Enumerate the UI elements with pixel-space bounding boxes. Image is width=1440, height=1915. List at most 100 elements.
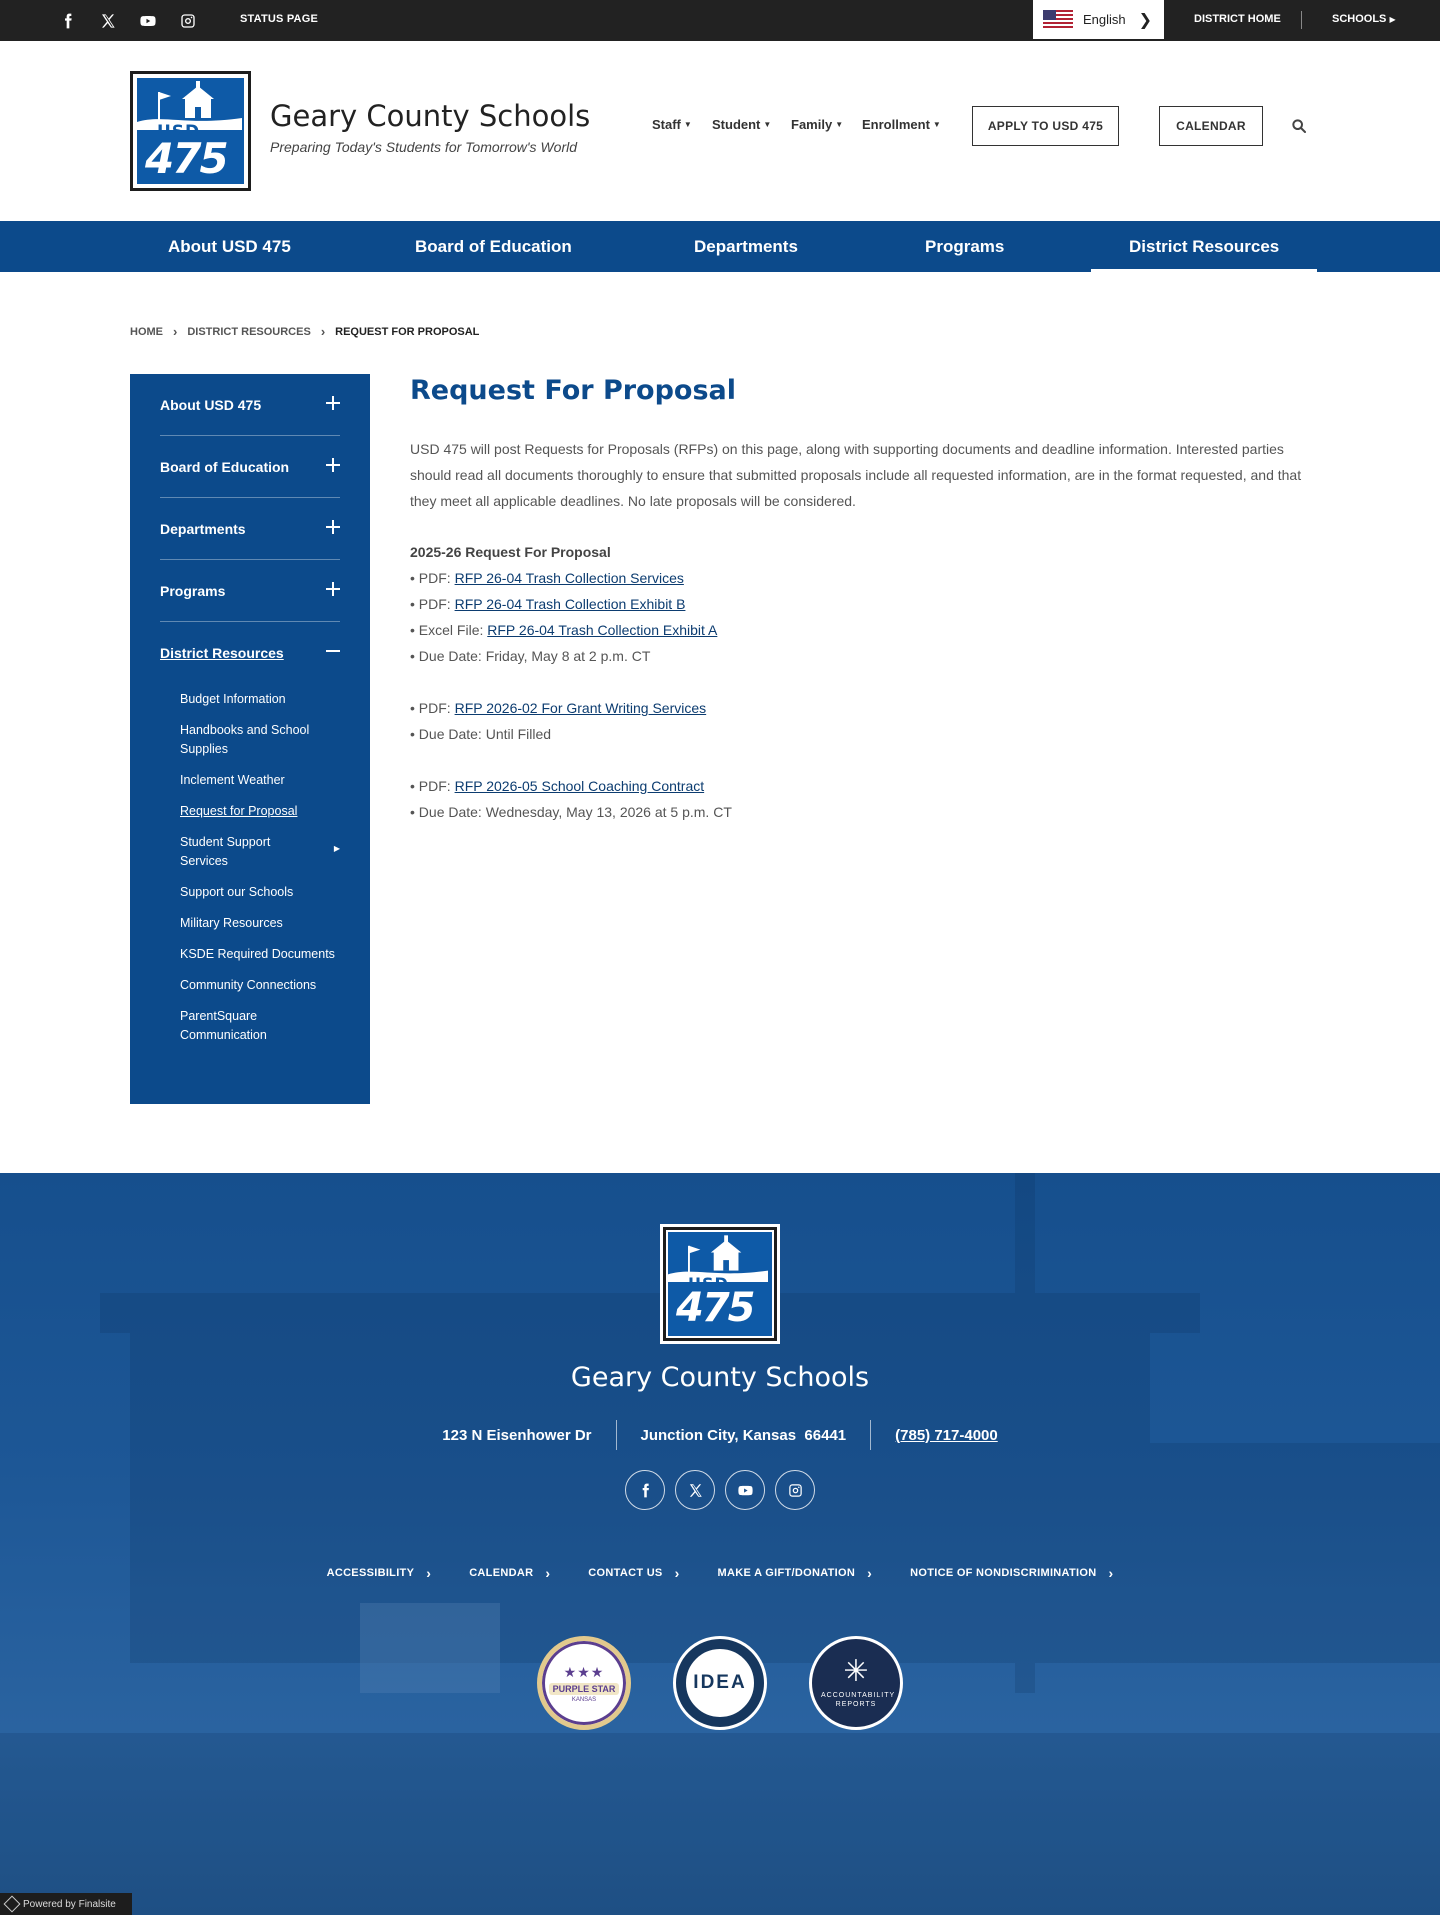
sidebar-item-community[interactable]: Community Connections <box>180 970 340 1001</box>
header-nav-enrollment[interactable]: Enrollment ▼ <box>862 117 941 132</box>
instagram-icon[interactable] <box>775 1470 815 1510</box>
chevron-right-icon: › <box>545 1565 551 1581</box>
footer-phone-link[interactable]: (785) 717-4000 <box>895 1427 998 1444</box>
rfp-due-date: • Due Date: Friday, May 8 at 2 p.m. CT <box>410 648 651 664</box>
facebook-icon[interactable] <box>58 11 78 31</box>
section-sidebar: About USD 475 Board of Education Departm… <box>130 374 370 1104</box>
breadcrumb-home[interactable]: HOME <box>130 326 163 338</box>
footer-links: ACCESSIBILITY › CALENDAR › CONTACT US › MAK… <box>0 1565 1440 1581</box>
rfp-link-coaching-contract[interactable]: RFP 2026-05 School Coaching Contract <box>455 778 705 794</box>
sidebar-section-district-resources[interactable]: District Resources <box>160 622 340 684</box>
caret-right-icon[interactable]: ▶ <box>334 839 340 858</box>
chevron-right-icon: › <box>320 324 326 339</box>
footer-link-nondiscrimination[interactable]: NOTICE OF NONDISCRIMINATION › <box>910 1565 1113 1581</box>
x-icon[interactable] <box>98 11 118 31</box>
sidebar-item-ksde[interactable]: KSDE Required Documents <box>180 939 340 970</box>
caret-down-icon: ▼ <box>835 120 844 129</box>
footer-divider <box>870 1420 872 1450</box>
apply-button[interactable]: APPLY TO USD 475 <box>972 106 1119 146</box>
sidebar-item-request-for-proposal[interactable]: Request for Proposal <box>180 796 340 827</box>
rfp-link-exhibit-b[interactable]: RFP 26-04 Trash Collection Exhibit B <box>455 596 686 612</box>
calendar-button[interactable]: CALENDAR <box>1159 106 1263 146</box>
utility-bar: STATUS PAGE English ❯ DISTRICT HOME SCHO… <box>0 0 1440 41</box>
sidebar-item-support-schools[interactable]: Support our Schools <box>180 877 340 908</box>
footer-logo[interactable]: USD 475 <box>660 1224 780 1344</box>
rfp-group-2: • PDF: RFP 2026-02 For Grant Writing Ser… <box>410 695 1310 747</box>
plus-icon[interactable] <box>326 520 340 534</box>
footer-link-contact[interactable]: CONTACT US › <box>588 1565 679 1581</box>
status-page-link[interactable]: STATUS PAGE <box>240 13 318 25</box>
rfp-link-trash-services[interactable]: RFP 26-04 Trash Collection Services <box>455 570 684 586</box>
idea-badge[interactable]: IDEA <box>673 1636 767 1730</box>
header-nav-label: Student <box>712 117 761 132</box>
starburst-icon: ✳ <box>843 1655 869 1688</box>
header-nav-family[interactable]: Family ▼ <box>791 117 843 132</box>
rfp-line: • PDF: RFP 26-04 Trash Collection Servic… <box>410 565 1310 591</box>
sidebar-section-board[interactable]: Board of Education <box>160 436 340 498</box>
rfp-prefix: • PDF: <box>410 700 455 716</box>
main-nav-board[interactable]: Board of Education <box>415 221 572 272</box>
sidebar-item-budget[interactable]: Budget Information <box>180 684 340 715</box>
footer-link-donation[interactable]: MAKE A GIFT/DONATION › <box>718 1565 873 1581</box>
sidebar-section-label: Departments <box>160 520 246 537</box>
logo-emblem: USD 475 <box>666 1230 774 1338</box>
footer-site-name: Geary County Schools <box>570 1362 870 1393</box>
chevron-right-icon: › <box>426 1565 432 1581</box>
breadcrumb: HOME › DISTRICT RESOURCES › REQUEST FOR … <box>130 324 479 339</box>
district-logo[interactable]: USD 475 <box>130 71 251 191</box>
rfp-line: • PDF: RFP 2026-05 School Coaching Contr… <box>410 773 1310 799</box>
sidebar-item-parentsquare[interactable]: ParentSquare Communication <box>180 1001 340 1051</box>
header-nav-label: Family <box>791 117 833 132</box>
chevron-right-icon: › <box>1108 1565 1114 1581</box>
plus-icon[interactable] <box>326 458 340 472</box>
main-nav-about[interactable]: About USD 475 <box>168 221 291 272</box>
sidebar-section-about[interactable]: About USD 475 <box>160 374 340 436</box>
sidebar-section-label: Programs <box>160 582 226 599</box>
footer-link-accessibility[interactable]: ACCESSIBILITY › <box>327 1565 432 1581</box>
caret-down-icon: ▼ <box>932 120 941 129</box>
search-icon[interactable] <box>1291 118 1307 134</box>
rfp-prefix: • Excel File: <box>410 622 488 638</box>
header-nav-staff[interactable]: Staff ▼ <box>652 117 692 132</box>
x-icon[interactable] <box>675 1470 715 1510</box>
youtube-icon[interactable] <box>725 1470 765 1510</box>
purple-star-badge[interactable]: ★★★ PURPLE STAR KANSAS <box>537 1636 631 1730</box>
rfp-prefix: • PDF: <box>410 778 455 794</box>
main-nav-departments[interactable]: Departments <box>694 221 798 272</box>
footer-divider <box>615 1420 617 1450</box>
facebook-icon[interactable] <box>625 1470 665 1510</box>
main-nav-district-resources[interactable]: District Resources <box>1090 221 1318 272</box>
intro-paragraph: USD 475 will post Requests for Proposals… <box>410 441 1302 509</box>
sidebar-item-handbooks[interactable]: Handbooks and School Supplies <box>180 715 340 765</box>
youtube-icon[interactable] <box>138 11 158 31</box>
page-title: Request For Proposal <box>410 375 737 406</box>
instagram-icon[interactable] <box>178 11 198 31</box>
rfp-link-grant-writing[interactable]: RFP 2026-02 For Grant Writing Services <box>455 700 707 716</box>
plus-icon[interactable] <box>326 582 340 596</box>
powered-by-finalsite[interactable]: Powered by Finalsite <box>0 1893 132 1915</box>
plus-icon[interactable] <box>326 396 340 410</box>
sidebar-item-inclement-weather[interactable]: Inclement Weather <box>180 765 340 796</box>
footer-link-calendar[interactable]: CALENDAR › <box>469 1565 550 1581</box>
idea-badge-inner: IDEA <box>682 1645 758 1721</box>
accountability-reports-badge[interactable]: ✳ ACCOUNTABILITY REPORTS <box>809 1636 903 1730</box>
header-nav-student[interactable]: Student ▼ <box>712 117 771 132</box>
language-selector[interactable]: English ❯ <box>1033 0 1164 39</box>
sidebar-item-military[interactable]: Military Resources <box>180 908 340 939</box>
sidebar-section-label: About USD 475 <box>160 396 262 413</box>
main-nav-programs[interactable]: Programs <box>925 221 1004 272</box>
footer-social-links <box>0 1470 1440 1510</box>
schools-dropdown[interactable]: SCHOOLS ▶ <box>1332 13 1396 25</box>
sidebar-section-programs[interactable]: Programs <box>160 560 340 622</box>
rfp-due-date: • Due Date: Until Filled <box>410 726 552 742</box>
district-home-link[interactable]: DISTRICT HOME <box>1194 13 1281 25</box>
site-title[interactable]: Geary County Schools <box>270 99 590 133</box>
sidebar-item-student-support[interactable]: Student Support Services ▶ <box>180 827 340 877</box>
badge-title: PURPLE STAR <box>548 1682 620 1695</box>
breadcrumb-section[interactable]: DISTRICT RESOURCES <box>187 326 310 338</box>
sidebar-section-departments[interactable]: Departments <box>160 498 340 560</box>
rfp-link-exhibit-a[interactable]: RFP 26-04 Trash Collection Exhibit A <box>487 622 717 638</box>
caret-down-icon: ▼ <box>683 120 692 129</box>
minus-icon[interactable] <box>326 644 340 658</box>
logo-number-text: 475 <box>676 1285 755 1331</box>
